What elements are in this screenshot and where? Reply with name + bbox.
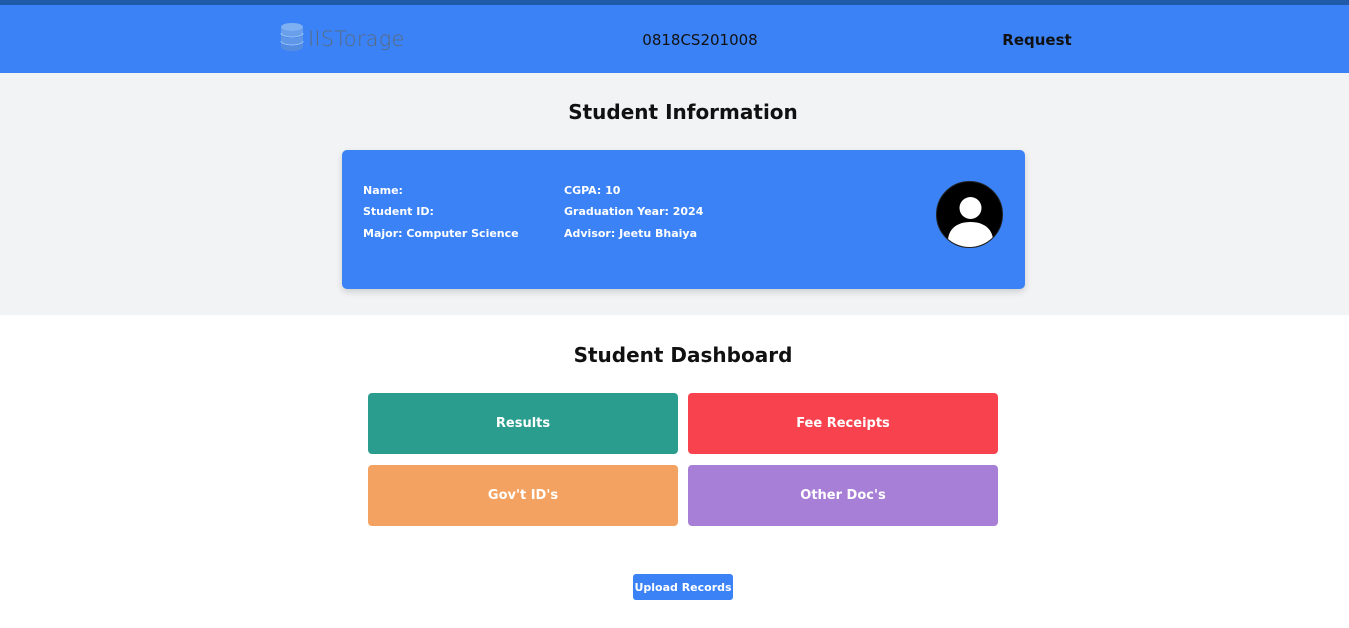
advisor-field: Advisor: Jeetu Bhaiya bbox=[564, 227, 698, 240]
other-docs-button[interactable]: Other Doc's bbox=[688, 465, 998, 526]
navbar: IISTorage 0818CS201008 Request bbox=[0, 5, 1349, 73]
graduation-year-field: Graduation Year: 2024 bbox=[564, 205, 704, 218]
upload-records-button[interactable]: Upload Records bbox=[633, 574, 733, 600]
name-field: Name: bbox=[363, 184, 403, 197]
student-information-title: Student Information bbox=[568, 100, 798, 124]
major-field: Major: Computer Science bbox=[363, 227, 519, 240]
cgpa-field: CGPA: 10 bbox=[564, 184, 621, 197]
student-information-section: Student Information Name: Student ID: Ma… bbox=[0, 73, 1349, 315]
results-button[interactable]: Results bbox=[368, 393, 678, 454]
fee-receipts-button[interactable]: Fee Receipts bbox=[688, 393, 998, 454]
student-dashboard-title: Student Dashboard bbox=[573, 343, 793, 367]
logo[interactable]: IISTorage bbox=[279, 23, 405, 55]
logo-text: IISTorage bbox=[308, 27, 405, 51]
govt-ids-button[interactable]: Gov't ID's bbox=[368, 465, 678, 526]
student-info-card: Name: Student ID: Major: Computer Scienc… bbox=[342, 150, 1025, 289]
database-icon bbox=[279, 22, 305, 56]
user-silhouette-icon bbox=[948, 197, 993, 247]
header-student-id: 0818CS201008 bbox=[642, 31, 758, 49]
student-id-field: Student ID: bbox=[363, 205, 434, 218]
request-link[interactable]: Request bbox=[990, 31, 1084, 49]
avatar bbox=[936, 181, 1003, 248]
